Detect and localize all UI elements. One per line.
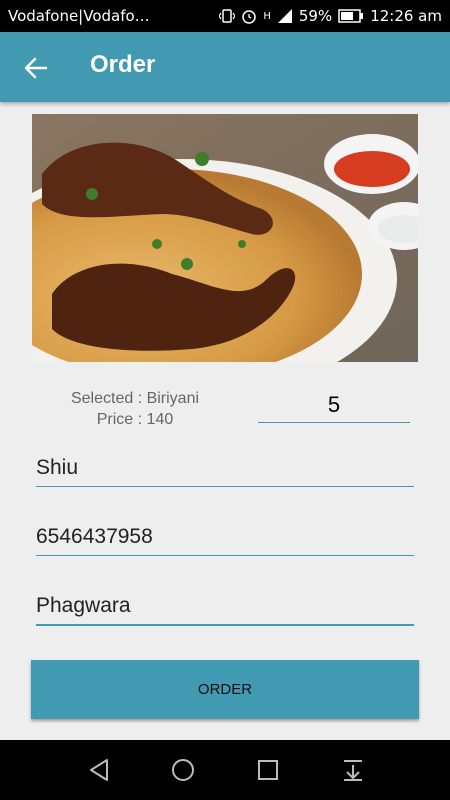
address-input[interactable]	[36, 588, 414, 626]
notification-pull-icon[interactable]	[339, 756, 367, 784]
home-circle-icon[interactable]	[169, 756, 197, 784]
food-image	[32, 114, 418, 362]
phone-input[interactable]	[36, 519, 414, 556]
navigation-bar	[0, 740, 450, 800]
back-triangle-icon[interactable]	[85, 756, 113, 784]
name-input[interactable]	[36, 450, 414, 487]
quantity-input[interactable]	[258, 388, 410, 423]
carrier-name: Vodafone|Vodafo…	[8, 7, 150, 25]
order-button[interactable]: ORDER	[31, 660, 419, 719]
app-bar: Order	[0, 32, 450, 102]
signal-type: H	[263, 10, 271, 22]
status-time: 12:26 am	[370, 7, 442, 25]
recents-square-icon[interactable]	[254, 756, 282, 784]
vibrate-icon	[219, 9, 236, 23]
page-title: Order	[90, 51, 156, 78]
selected-item-text: Selected : Biriyani	[70, 390, 200, 407]
status-bar: Vodafone|Vodafo… H 59% 12:26 am	[0, 0, 450, 32]
alarm-icon	[242, 10, 257, 24]
status-icons: H 59% 12:26 am	[219, 7, 442, 25]
price-text: Price : 140	[96, 411, 174, 428]
back-arrow-icon[interactable]	[22, 54, 50, 82]
battery-percent: 59%	[298, 7, 333, 25]
battery-icon	[338, 9, 364, 23]
selection-info: Selected : Biriyani Price : 140	[40, 388, 230, 430]
signal-icon	[277, 9, 292, 23]
